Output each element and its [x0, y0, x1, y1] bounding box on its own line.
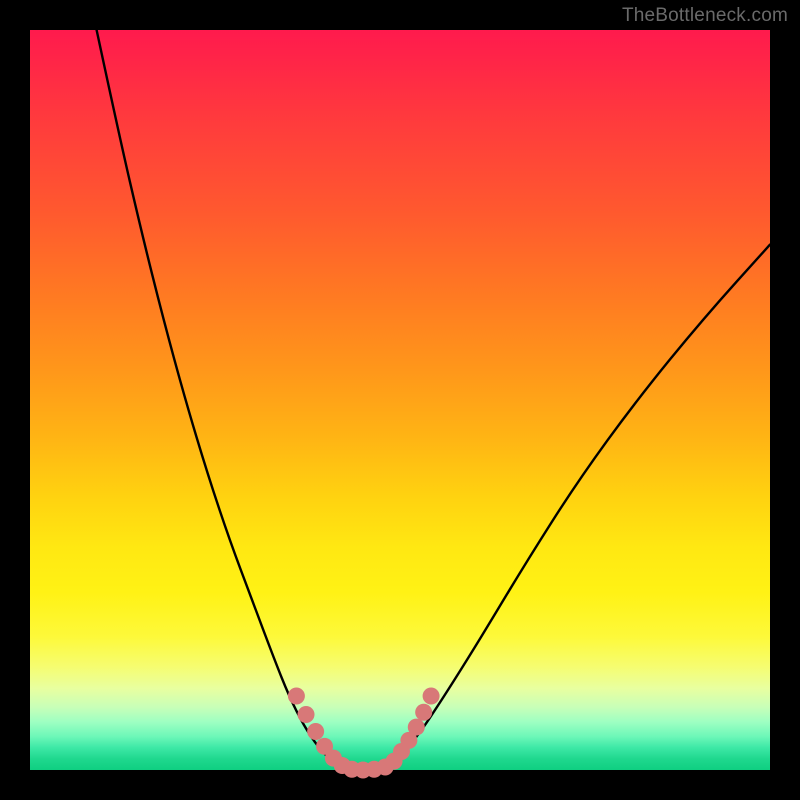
- highlight-dot: [415, 704, 432, 721]
- highlight-dot: [307, 723, 324, 740]
- highlight-dot: [408, 719, 425, 736]
- bottleneck-curve: [97, 30, 770, 770]
- curve-group: [97, 30, 770, 770]
- highlight-dot: [298, 706, 315, 723]
- watermark-text: TheBottleneck.com: [622, 5, 788, 27]
- chart-frame: TheBottleneck.com: [0, 0, 800, 800]
- curves-svg: [30, 30, 770, 770]
- plot-area: [30, 30, 770, 770]
- highlight-dot: [423, 688, 440, 705]
- highlight-dot: [288, 688, 305, 705]
- highlight-dots-group: [288, 688, 440, 779]
